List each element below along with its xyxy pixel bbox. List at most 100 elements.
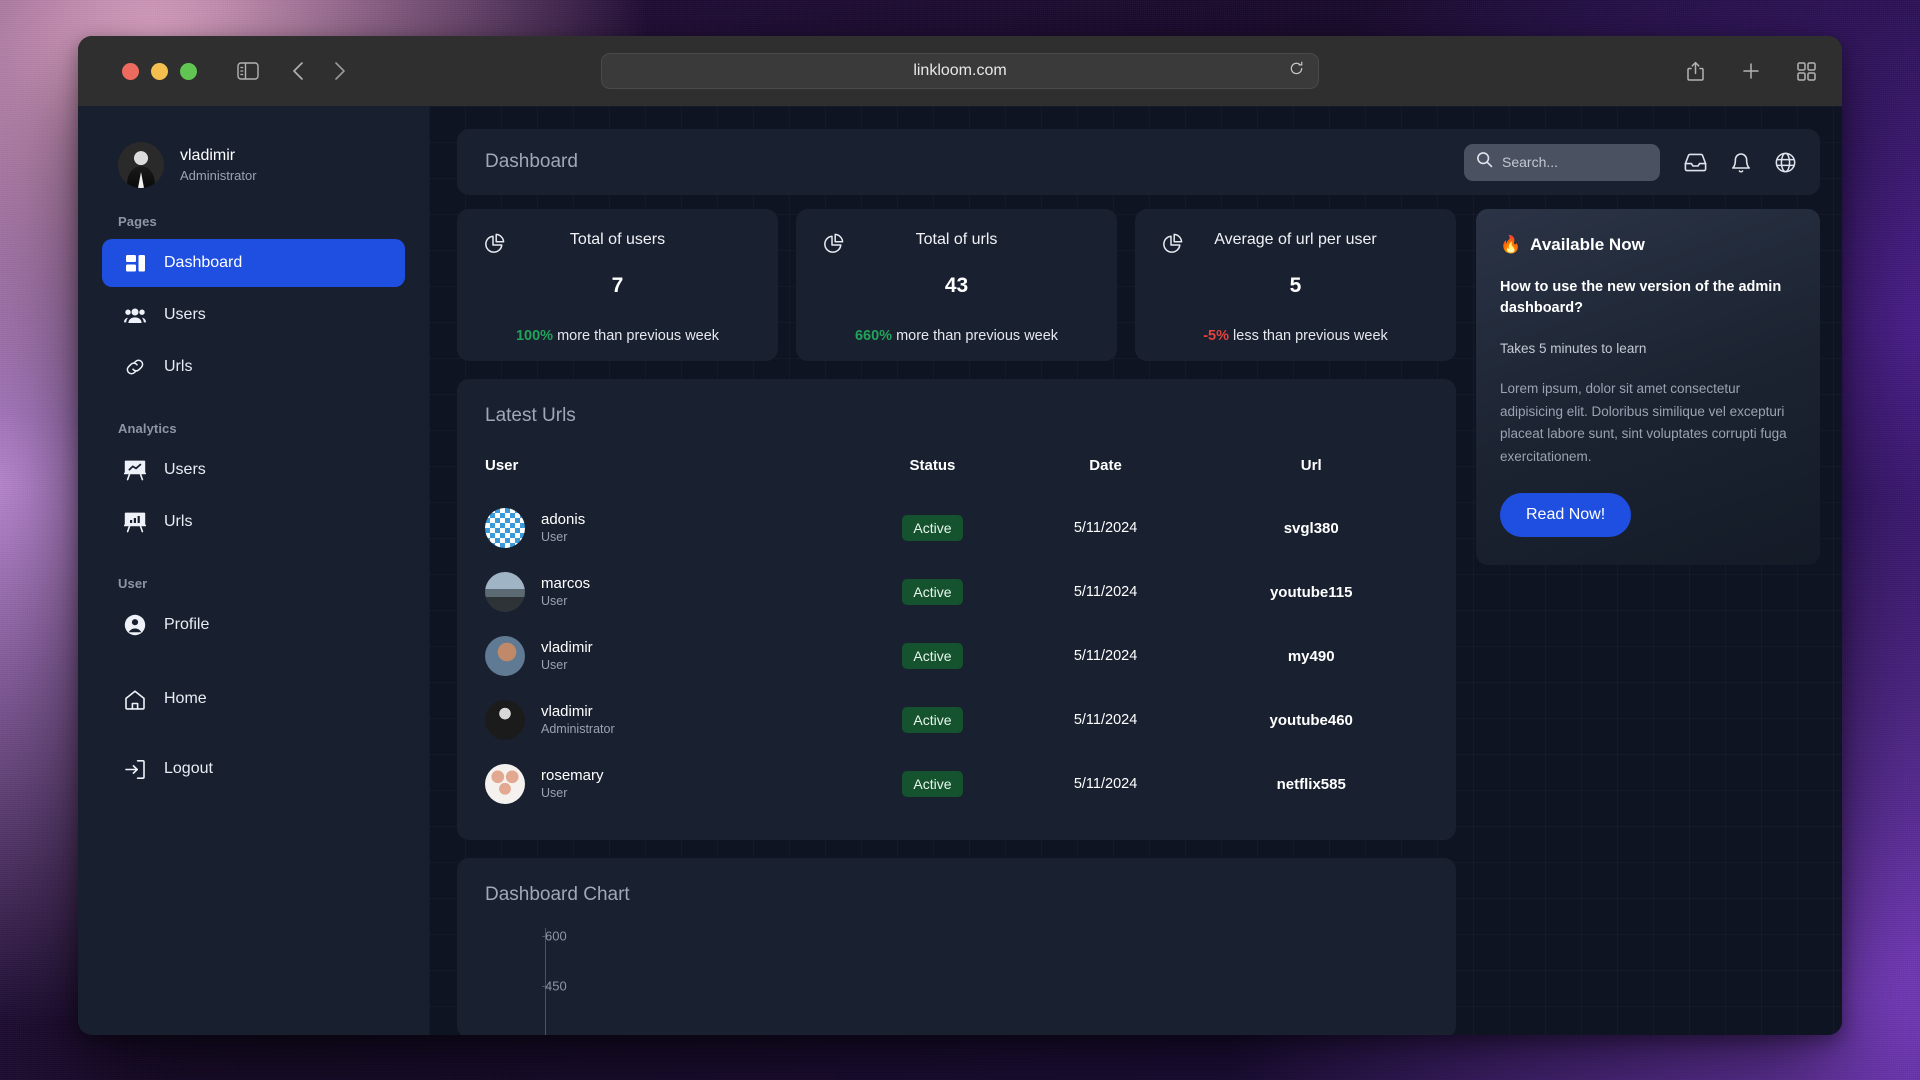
sidebar-item-analytics-users[interactable]: Users <box>102 446 405 494</box>
sidebar-item-users[interactable]: Users <box>102 291 405 339</box>
sidebar-item-label: Users <box>164 461 206 478</box>
stat-value: 7 <box>611 274 624 297</box>
sidebar-toggle-icon[interactable] <box>237 62 259 80</box>
row-date: 5/11/2024 <box>1073 520 1138 536</box>
avatar <box>485 572 525 612</box>
column-header-date: Date <box>1089 457 1122 474</box>
link-icon <box>124 356 146 378</box>
table-row[interactable]: vladimir Administrator Active 5/11/2024 … <box>485 688 1428 752</box>
status-badge: Active <box>902 771 963 797</box>
stat-delta-pct: 100% <box>515 328 554 344</box>
sidebar-item-profile[interactable]: Profile <box>102 601 405 649</box>
stat-delta-text: more than previous week <box>557 328 720 344</box>
user-name: adonis <box>541 510 586 528</box>
sidebar-item-urls[interactable]: Urls <box>102 343 405 391</box>
sidebar-item-label: Dashboard <box>164 254 243 271</box>
window-controls <box>122 62 197 80</box>
search-icon <box>1476 151 1493 173</box>
stat-delta-text: less than previous week <box>1233 328 1388 344</box>
topbar-actions <box>1464 143 1796 181</box>
sidebar-section-analytics: Analytics <box>118 421 177 436</box>
dashboard-chart-card: Dashboard Chart 600 450 <box>457 858 1456 1035</box>
sidebar-item-label: Profile <box>164 616 210 633</box>
promo-panel: 🔥 Available Now How to use the new versi… <box>1476 209 1820 565</box>
user-role: Administrator <box>541 722 615 737</box>
row-date: 5/11/2024 <box>1073 584 1138 600</box>
content-left-column: Total of users 7 100% more than previous… <box>457 209 1456 1035</box>
chrome-actions <box>1686 61 1816 82</box>
chart-line <box>545 928 1456 1035</box>
sidebar-item-label: Users <box>164 306 206 323</box>
reload-icon[interactable] <box>1289 61 1304 81</box>
row-url: youtube115 <box>1269 583 1353 601</box>
page-title: Dashboard <box>485 151 578 172</box>
address-bar[interactable]: linkloom.com <box>601 53 1319 89</box>
browser-window: linkloom.com vladimir Administrator Page… <box>78 36 1842 1035</box>
dashboard-icon <box>124 252 146 274</box>
home-icon <box>124 688 146 710</box>
avatar <box>118 142 164 188</box>
stat-value: 43 <box>944 274 969 297</box>
stat-card-total-users: Total of users 7 100% more than previous… <box>457 209 778 361</box>
stat-delta: -5% less than previous week <box>1161 328 1430 344</box>
plus-icon[interactable] <box>1741 61 1761 81</box>
avatar <box>485 636 525 676</box>
close-window-button[interactable] <box>122 62 139 80</box>
row-url: youtube460 <box>1269 711 1353 729</box>
share-icon[interactable] <box>1686 61 1705 82</box>
pie-chart-icon <box>483 233 505 260</box>
profile-role: Administrator <box>180 168 257 184</box>
sidebar-item-home[interactable]: Home <box>102 675 405 723</box>
topbar: Dashboard <box>457 129 1820 195</box>
main-content: Dashboard Search... Total of users 7 100… <box>429 106 1842 1035</box>
sidebar-item-label: Logout <box>164 760 213 777</box>
chart-plot-area: 600 450 <box>485 928 1428 1035</box>
table-header-row: User Status Date Url <box>485 447 1428 496</box>
address-bar-text: linkloom.com <box>913 62 1007 79</box>
stat-title: Average of url per user <box>1214 231 1377 248</box>
sidebar-item-analytics-urls[interactable]: Urls <box>102 498 405 546</box>
read-now-button[interactable]: Read Now! <box>1500 492 1632 537</box>
table-row[interactable]: adonis User Active 5/11/2024 svgl380 <box>485 496 1428 560</box>
search-input[interactable] <box>1502 154 1648 170</box>
pie-chart-icon <box>822 233 844 260</box>
inbox-icon[interactable] <box>1684 152 1707 173</box>
row-date: 5/11/2024 <box>1073 712 1138 728</box>
chevron-right-icon[interactable] <box>333 61 347 81</box>
table-row[interactable]: vladimir User Active 5/11/2024 my490 <box>485 624 1428 688</box>
person-circle-icon <box>124 614 146 636</box>
tab-grid-icon[interactable] <box>1797 61 1816 81</box>
bell-icon[interactable] <box>1731 152 1751 173</box>
sidebar-profile[interactable]: vladimir Administrator <box>78 130 429 188</box>
minimize-window-button[interactable] <box>151 62 168 80</box>
table-row[interactable]: rosemary User Active 5/11/2024 netflix58… <box>485 752 1428 816</box>
sidebar-item-logout[interactable]: Logout <box>102 745 405 793</box>
column-header-status: Status <box>909 457 956 474</box>
promo-note: Takes 5 minutes to learn <box>1500 341 1647 357</box>
sidebar-item-label: Urls <box>164 358 193 375</box>
user-name: marcos <box>541 574 591 592</box>
stats-row: Total of users 7 100% more than previous… <box>457 209 1456 361</box>
promo-heading-text: Available Now <box>1530 235 1645 254</box>
user-role: User <box>541 658 568 673</box>
status-badge: Active <box>902 515 963 541</box>
user-name: vladimir <box>541 638 593 656</box>
sidebar-item-dashboard[interactable]: Dashboard <box>102 239 405 287</box>
fire-emoji-icon: 🔥 <box>1500 235 1522 254</box>
table-row[interactable]: marcos User Active 5/11/2024 youtube115 <box>485 560 1428 624</box>
search-box[interactable] <box>1464 143 1660 181</box>
status-badge: Active <box>902 707 963 733</box>
sidebar-item-label: Urls <box>164 513 193 530</box>
avatar <box>485 700 525 740</box>
app-root: vladimir Administrator Pages Dashboard U… <box>78 106 1842 1035</box>
maximize-window-button[interactable] <box>180 62 197 80</box>
row-date: 5/11/2024 <box>1073 648 1138 664</box>
latest-urls-table: User Status Date Url adonis User Active … <box>485 447 1428 816</box>
globe-icon[interactable] <box>1775 152 1796 173</box>
chevron-left-icon[interactable] <box>291 61 305 81</box>
browser-chrome: linkloom.com <box>78 36 1842 106</box>
stat-delta-pct: 660% <box>854 328 893 344</box>
column-header-url: Url <box>1300 457 1322 474</box>
row-url: netflix585 <box>1276 775 1346 793</box>
latest-urls-card: Latest Urls User Status Date Url adonis … <box>457 379 1456 840</box>
